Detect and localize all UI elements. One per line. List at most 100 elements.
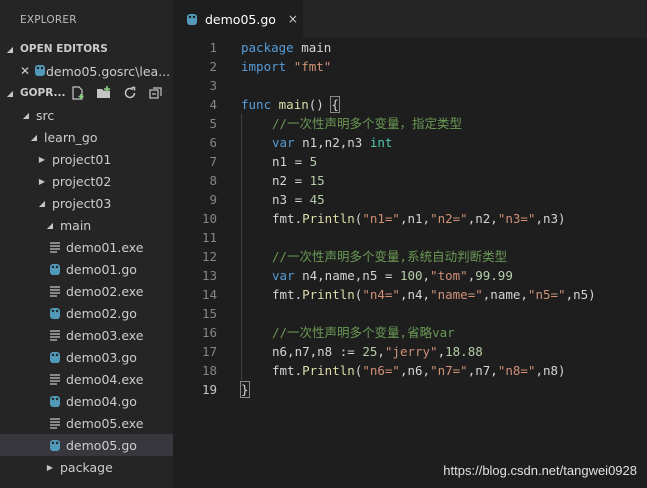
tree-item-label: package [60, 459, 113, 475]
chevron-down-icon: ◢ [30, 132, 38, 142]
code-area[interactable]: package main import "fmt" func main() {//… [240, 38, 596, 399]
project-section[interactable]: ◢ GOPR... [0, 82, 173, 104]
code-token: n3 = [272, 192, 310, 207]
code-token: 99.99 [475, 268, 513, 283]
code-line[interactable]: n2 = 15 [241, 171, 596, 190]
new-folder-icon[interactable] [93, 83, 115, 103]
tree-item-label: demo01.go [66, 261, 137, 277]
code-token: //一次性声明多个变量,省略var [272, 325, 455, 340]
code-token: var [272, 135, 295, 150]
line-number: 3 [209, 78, 217, 93]
close-icon[interactable]: ✕ [14, 64, 34, 78]
code-token: n1 = [272, 154, 310, 169]
tree-folder[interactable]: ◢ learn_go [0, 126, 173, 148]
line-number-gutter: 1 2 3 4 5 6 7 8 9 10 11 12 13 14 15 16 17 18 19 [173, 38, 221, 399]
go-file-icon [48, 437, 62, 453]
refresh-icon[interactable] [119, 83, 141, 103]
tree-file[interactable]: demo04.exe [0, 368, 173, 390]
code-line[interactable]: fmt.Println("n6=",n6,"n7=",n7,"n8=",n8) [241, 361, 596, 380]
line-number: 1 [209, 40, 217, 55]
tree-file[interactable]: demo01.exe [0, 236, 173, 258]
line-number: 11 [201, 230, 217, 245]
code-line[interactable] [241, 304, 596, 323]
code-line[interactable]: var n4,name,n5 = 100,"tom",99.99 [241, 266, 596, 285]
tree-file[interactable]: demo05.go [0, 434, 173, 456]
tree-folder[interactable]: ◢ src [0, 104, 173, 126]
tree-folder[interactable]: ◢ main [0, 214, 173, 236]
tree-file[interactable]: demo02.go [0, 302, 173, 324]
tree-file[interactable]: demo05.exe [0, 412, 173, 434]
code-line[interactable]: fmt.Println("n1=",n1,"n2=",n2,"n3=",n3) [241, 209, 596, 228]
project-label: GOPR... [20, 87, 66, 99]
code-line[interactable]: n6,n7,n8 := 25,"jerry",18.88 [241, 342, 596, 361]
code-token: fmt. [272, 287, 303, 302]
code-token: ,n2, [467, 211, 498, 226]
collapse-all-icon[interactable] [145, 83, 167, 103]
tree-file[interactable]: demo02.exe [0, 280, 173, 302]
code-line[interactable]: n1 = 5 [241, 152, 596, 171]
tab-bar: demo05.go × [173, 0, 647, 38]
tree-item-label: main [60, 217, 92, 233]
tree-folder[interactable]: ▶ project01 [0, 148, 173, 170]
code-token: "jerry" [384, 344, 438, 359]
code-line[interactable] [241, 228, 596, 247]
chevron-down-icon: ◢ [46, 220, 54, 230]
tree-folder[interactable]: ▶ package [0, 456, 173, 478]
code-line[interactable]: n3 = 45 [241, 190, 596, 209]
open-editor-item[interactable]: ✕ demo05.go src\lea... [0, 60, 173, 82]
tree-file[interactable]: demo03.go [0, 346, 173, 368]
indent-guide [241, 228, 272, 247]
code-line[interactable] [241, 76, 596, 95]
code-token: main [293, 40, 332, 55]
code-editor[interactable]: 1 2 3 4 5 6 7 8 9 10 11 12 13 14 15 16 17 18 19 package ma… [173, 38, 647, 488]
line-number: 6 [209, 135, 217, 150]
indent-guide [241, 171, 272, 190]
tree-item-label: demo03.go [66, 349, 137, 365]
code-token: , [377, 344, 385, 359]
tree-item-label: demo01.exe [66, 239, 144, 255]
code-line[interactable]: //一次性声明多个变量，指定类型 [241, 114, 596, 133]
tree-item-label: demo04.exe [66, 371, 144, 387]
code-token: "n3=" [497, 211, 536, 226]
tree-file[interactable]: demo04.go [0, 390, 173, 412]
code-token: ,n1, [399, 211, 431, 226]
code-token: //一次性声明多个变量,系统自动判断类型 [272, 249, 508, 264]
code-line[interactable]: func main() { [241, 95, 596, 114]
code-token: ,n7, [467, 363, 498, 378]
line-number: 10 [201, 211, 217, 226]
tree-folder[interactable]: ▶ project02 [0, 170, 173, 192]
code-line[interactable]: } [240, 380, 596, 399]
code-token: int [369, 135, 393, 150]
tree-file[interactable]: demo01.go [0, 258, 173, 280]
go-file-icon [48, 261, 62, 277]
tree-folder[interactable]: ◢ project03 [0, 192, 173, 214]
code-token: 25 [362, 344, 378, 359]
section-actions [67, 83, 173, 103]
exe-file-icon [48, 371, 62, 387]
code-line[interactable]: //一次性声明多个变量,省略var [241, 323, 596, 342]
new-file-icon[interactable] [67, 83, 89, 103]
code-line[interactable]: package main [241, 38, 596, 57]
code-line[interactable]: fmt.Println("n4=",n4,"name=",name,"n5=",… [241, 285, 596, 304]
code-line[interactable]: import "fmt" [241, 57, 596, 76]
code-line[interactable]: var n1,n2,n3 int [241, 133, 596, 152]
tab-demo05-go[interactable]: demo05.go × [173, 0, 303, 38]
exe-file-icon [48, 239, 62, 255]
close-icon[interactable]: × [288, 12, 298, 26]
code-token: n2 = [272, 173, 310, 188]
tree-item-label: project01 [52, 151, 112, 167]
code-token: "n1=" [362, 211, 400, 226]
code-token: "n8=" [497, 363, 536, 378]
indent-guide [241, 304, 272, 323]
line-number: 12 [201, 249, 217, 264]
tree-item-label: demo03.exe [66, 327, 144, 343]
code-token: "name=" [430, 287, 483, 302]
line-number: 15 [201, 306, 217, 321]
open-editors-section[interactable]: ◢ OPEN EDITORS [0, 38, 173, 60]
code-token: } [240, 381, 250, 398]
code-token: func [241, 97, 272, 112]
code-token: ,name, [482, 287, 528, 302]
code-line[interactable]: //一次性声明多个变量,系统自动判断类型 [241, 247, 596, 266]
tree-file[interactable]: demo03.exe [0, 324, 173, 346]
